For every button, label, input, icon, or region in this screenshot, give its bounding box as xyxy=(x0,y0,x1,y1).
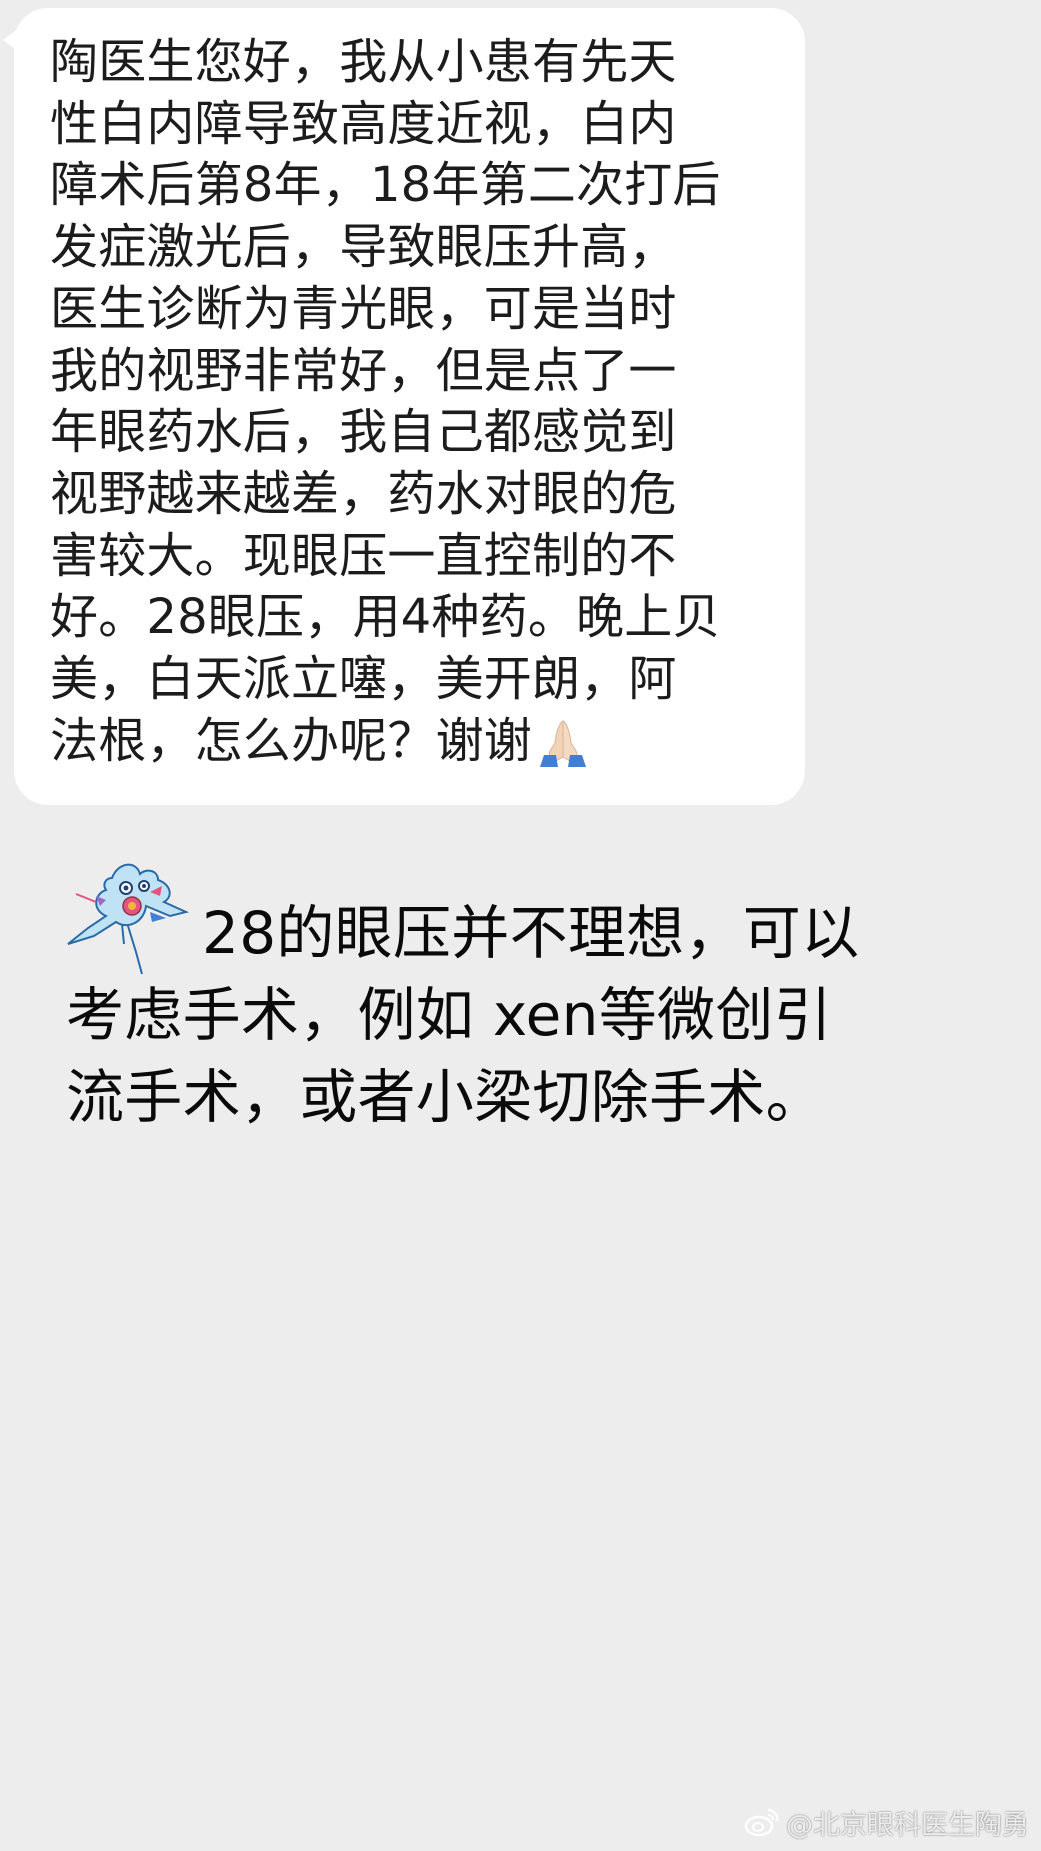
message-line: 害较大。现眼压一直控制的不 xyxy=(50,527,677,584)
pray-icon xyxy=(540,719,587,767)
reply-text: 28的眼压并不理想，可以 考虑手术，例如 xen等微创引 流手术，或者小梁切除手… xyxy=(66,892,1006,1138)
message-line: 陶医生您好，我从小患有先天 xyxy=(50,34,677,90)
reply-line: 流手术，或者小梁切除手术。 xyxy=(66,1063,824,1131)
message-line: 美，白天派立噻，美开朗，阿 xyxy=(50,651,677,708)
message-line: 性白内障导致高度近视，白内 xyxy=(50,95,677,152)
bubble-tail xyxy=(3,28,19,52)
reply-line: 考虑手术，例如 xen等微创引 xyxy=(66,981,832,1049)
watermark-text: @北京眼科医生陶勇 xyxy=(786,1809,1029,1841)
weibo-icon xyxy=(744,1808,779,1837)
chat-screen: 陶医生您好，我从小患有先天 性白内障导致高度近视，白内 障术后第8年，18年第二… xyxy=(0,0,1041,1851)
watermark: @北京眼科医生陶勇 xyxy=(744,1801,1029,1843)
incoming-message-bubble[interactable]: 陶医生您好，我从小患有先天 性白内障导致高度近视，白内 障术后第8年，18年第二… xyxy=(3,8,805,805)
message-line: 医生诊断为青光眼，可是当时 xyxy=(50,280,677,337)
message-line: 好。28眼压，用4种药。晚上贝 xyxy=(50,589,721,646)
message-line: 年眼药水后，我自己都感觉到 xyxy=(50,404,677,461)
incoming-message-text: 陶医生您好，我从小患有先天 性白内障导致高度近视，白内 障术后第8年，18年第二… xyxy=(50,32,790,772)
message-line: 视野越来越差，药水对眼的危 xyxy=(50,465,677,522)
message-line: 我的视野非常好，但是点了一 xyxy=(50,342,677,399)
reply-line: 28的眼压并不理想，可以 xyxy=(202,899,860,967)
message-line: 发症激光后，导致眼压升高， xyxy=(50,219,677,276)
message-line: 障术后第8年，18年第二次打后 xyxy=(50,157,721,214)
message-line: 法根，怎么办呢？谢谢 xyxy=(50,712,533,769)
